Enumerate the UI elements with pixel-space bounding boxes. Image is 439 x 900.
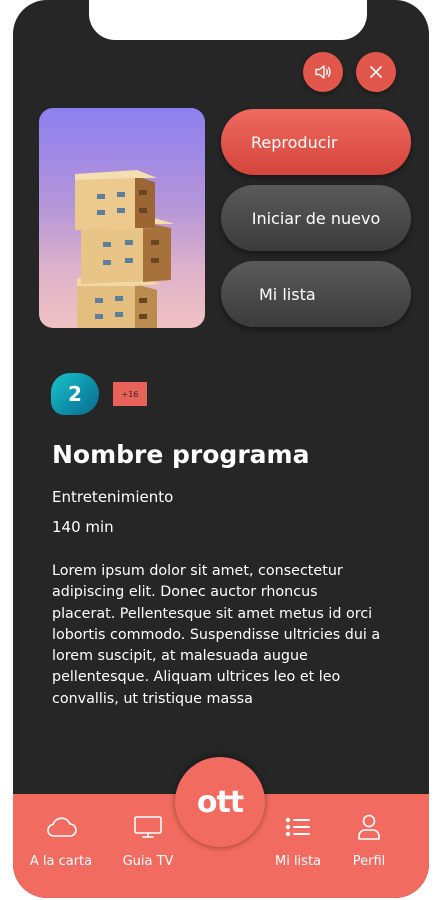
volume-button[interactable] <box>303 52 343 92</box>
tv-icon <box>131 810 165 844</box>
program-description: Lorem ipsum dolor sit amet, consectetur … <box>52 563 381 707</box>
program-duration: 140 min <box>52 518 114 536</box>
add-to-list-button[interactable]: Mi lista <box>221 261 411 327</box>
play-button[interactable]: Reproducir <box>221 109 411 175</box>
program-poster[interactable] <box>39 108 205 328</box>
close-icon <box>370 66 382 78</box>
nav-label-a-la-carta: A la carta <box>29 854 93 869</box>
age-rating-badge: +16 <box>113 382 147 406</box>
close-button[interactable] <box>356 52 396 92</box>
cloud-icon <box>44 810 78 844</box>
nav-label-mi-lista: Mi lista <box>274 854 322 869</box>
phone-screen: Reproducir Iniciar de nuevo Mi lista 2 +… <box>13 0 429 898</box>
list-icon <box>281 810 315 844</box>
nav-label-perfil: Perfil <box>352 854 386 869</box>
nav-item-a-la-carta[interactable]: A la carta <box>21 810 101 880</box>
channel-logo: 2 <box>51 373 99 415</box>
phone-notch <box>89 0 367 40</box>
speaker-icon <box>315 65 331 79</box>
user-icon <box>352 810 386 844</box>
program-genre: Entretenimiento <box>52 488 174 506</box>
restart-button[interactable]: Iniciar de nuevo <box>221 185 411 251</box>
program-title: Nombre programa <box>52 440 310 469</box>
building-image <box>75 170 175 328</box>
nav-label-guia-tv: Guia TV <box>122 854 174 869</box>
nav-item-mi-lista[interactable]: Mi lista <box>258 810 338 880</box>
nav-item-perfil[interactable]: Perfil <box>329 810 409 880</box>
nav-item-guia-tv[interactable]: Guia TV <box>108 810 188 880</box>
ott-logo-button[interactable]: ott <box>175 757 265 847</box>
